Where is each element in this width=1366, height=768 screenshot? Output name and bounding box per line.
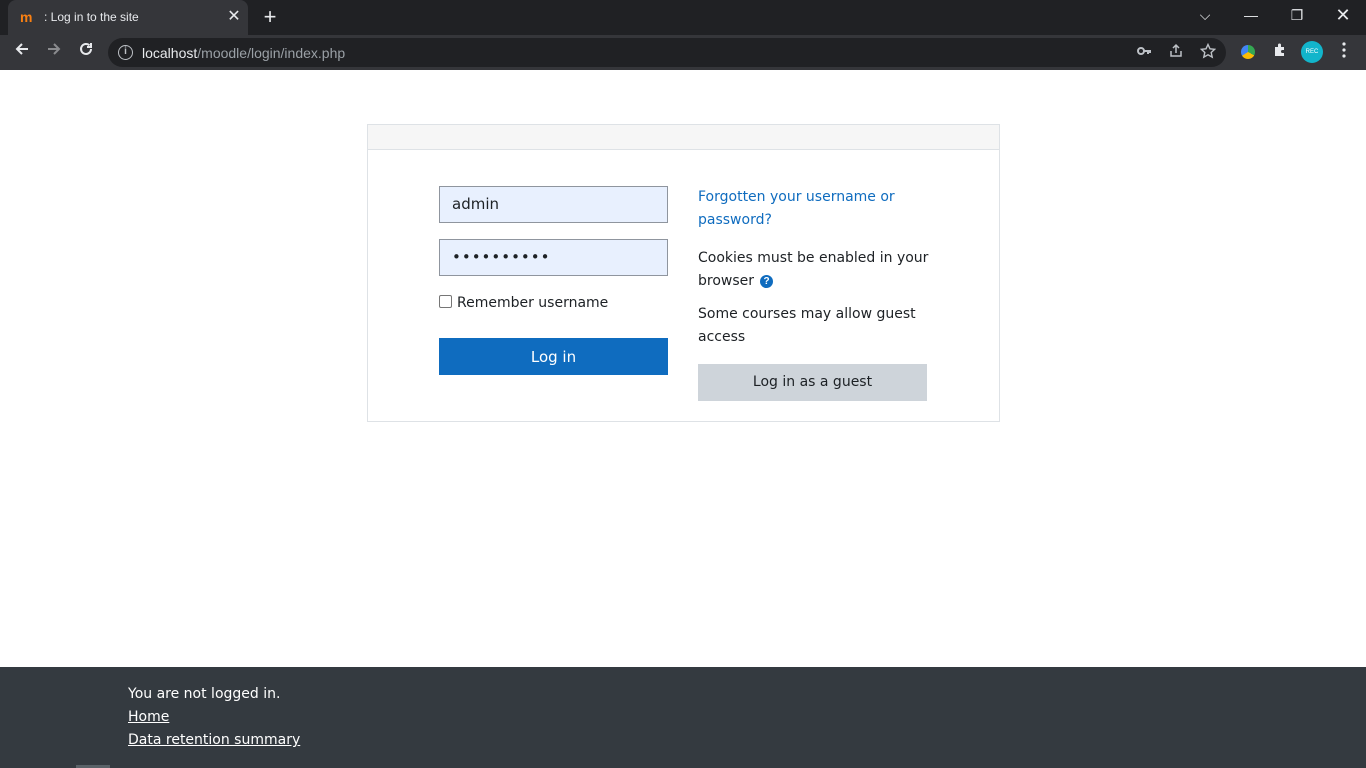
username-input[interactable]: admin: [439, 186, 668, 223]
browser-menu-icon[interactable]: [1334, 42, 1354, 62]
page-footer: You are not logged in. Home Data retenti…: [0, 667, 1366, 768]
cookies-notice-text: Cookies must be enabled in your browser: [698, 250, 929, 289]
new-tab-button[interactable]: +: [260, 6, 280, 28]
forgot-password-link[interactable]: Forgotten your username or password?: [698, 186, 908, 232]
forward-arrow-icon[interactable]: [42, 40, 66, 64]
site-info-icon[interactable]: i: [118, 45, 133, 60]
back-arrow-icon[interactable]: [10, 40, 34, 64]
tab-close-icon[interactable]: ✕: [226, 9, 242, 25]
moodle-favicon-icon: m: [20, 9, 33, 25]
guest-login-button[interactable]: Log in as a guest: [698, 364, 927, 401]
login-status-text: You are not logged in.: [128, 686, 281, 702]
minimize-button[interactable]: —: [1228, 0, 1274, 32]
browser-tab[interactable]: m : Log in to the site ✕: [8, 0, 248, 35]
login-card: admin •••••••••• Remember username Log i…: [367, 124, 1000, 422]
url-text[interactable]: localhost/moodle/login/index.php: [142, 45, 345, 61]
key-icon[interactable]: [1134, 43, 1154, 63]
profile-avatar[interactable]: REC: [1301, 41, 1323, 63]
close-window-button[interactable]: ✕: [1320, 0, 1366, 32]
extensions-puzzle-icon[interactable]: [1270, 42, 1290, 62]
cookies-notice: Cookies must be enabled in your browser?: [698, 247, 938, 293]
tab-search-button[interactable]: ⌵: [1182, 0, 1228, 32]
restore-button[interactable]: ❐: [1274, 0, 1320, 32]
password-input[interactable]: ••••••••••: [439, 239, 668, 276]
browser-toolbar: i localhost/moodle/login/index.php: [0, 35, 1366, 70]
remember-username-checkbox[interactable]: [439, 295, 452, 308]
remember-username-label[interactable]: Remember username: [457, 294, 608, 312]
share-icon[interactable]: [1166, 43, 1186, 63]
home-link[interactable]: Home: [128, 709, 169, 725]
url-path: /moodle/login/index.php: [197, 45, 346, 61]
card-header: [368, 125, 999, 150]
tab-title: : Log in to the site: [44, 10, 139, 24]
address-bar[interactable]: i localhost/moodle/login/index.php: [108, 38, 1226, 67]
help-icon[interactable]: ?: [760, 274, 774, 288]
url-host: localhost: [142, 45, 198, 61]
bookmark-star-icon[interactable]: [1198, 42, 1218, 63]
login-button[interactable]: Log in: [439, 338, 668, 375]
browser-tabbar: m : Log in to the site ✕ + ⌵ — ❐ ✕: [0, 0, 1366, 35]
guest-access-text: Some courses may allow guest access: [698, 306, 916, 345]
data-retention-link[interactable]: Data retention summary: [128, 732, 300, 748]
extension-icon[interactable]: [1238, 42, 1258, 62]
reload-icon[interactable]: [74, 40, 98, 64]
